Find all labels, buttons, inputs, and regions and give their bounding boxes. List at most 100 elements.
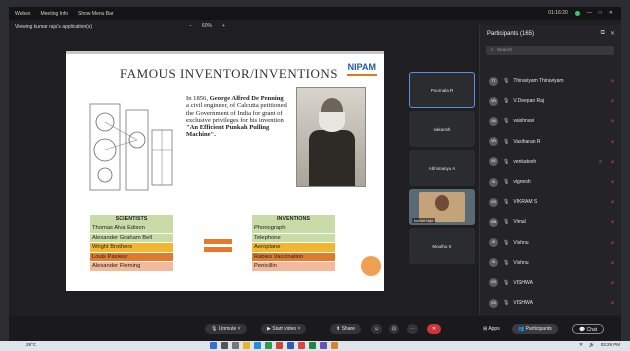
participants-title: Participants (165) <box>487 31 535 37</box>
muted-mic-icon: ⌀ <box>610 179 614 186</box>
participant-row[interactable]: VR 🎙 Vasiharan R ⌀ <box>484 132 620 152</box>
mic-icon: 🎙 <box>503 179 510 186</box>
share-label: Share <box>341 326 355 332</box>
participant-row[interactable]: VM 🎙 Vimal ⌀ <box>484 212 620 232</box>
webex-window: Webex Meeting Info Show Menu Bar 01:16:2… <box>9 7 621 341</box>
share-button[interactable]: ⬆ Share <box>330 324 361 334</box>
participant-row[interactable]: VI 🎙 vignesh ⌀ <box>484 172 620 192</box>
captions-icon[interactable]: ⊡ <box>389 324 400 334</box>
unmute-button[interactable]: 🎙 Unmute ˅ <box>205 324 247 334</box>
search-taskbar-icon[interactable] <box>221 342 228 349</box>
participant-tile[interactable]: Mouthu K <box>409 228 475 264</box>
scientist-row: Wright Brothers <box>90 243 173 253</box>
chat-button[interactable]: 💬 Chat <box>572 324 605 334</box>
webex-taskbar-icon[interactable] <box>309 342 316 349</box>
word-icon[interactable] <box>287 342 294 349</box>
participant-name: V.Deepan Raj <box>513 98 545 105</box>
avatar: VA <box>489 116 498 126</box>
zoom-level[interactable]: 60% <box>202 23 212 29</box>
inventions-table: INVENTIONS Phonograph Telephone Aeroplane R… <box>252 215 335 272</box>
scientist-row: Alexander Fleming <box>90 262 173 272</box>
mic-icon: 🎙 <box>503 199 510 206</box>
equals-bar-bottom <box>204 247 232 252</box>
participant-name: Thiraviyam Thiraviyam <box>513 78 564 85</box>
zoom-in-icon[interactable]: + <box>222 23 225 29</box>
unmute-label: Unmute <box>218 326 237 332</box>
nipam-logo: NIPAM <box>347 62 376 72</box>
mic-icon: 🎙 <box>503 219 510 226</box>
avatar: VE <box>489 157 498 167</box>
participant-row[interactable]: VI 🎙 Vishnu ⌀ <box>484 233 620 253</box>
chat-bubble-icon[interactable]: ○ <box>599 159 602 165</box>
participant-list: TT 🎙 Thiraviyam Thiraviyam ⌀ VR 🎙 V.Deepan Raj… <box>484 71 620 313</box>
muted-mic-icon: ⌀ <box>610 78 614 85</box>
participant-row[interactable]: VA 🎙 vaishnavi ⌀ <box>484 111 620 131</box>
app-icon[interactable] <box>331 342 338 349</box>
participant-row[interactable]: VS 🎙 VISHWA ⌀ <box>484 293 620 313</box>
start-video-button[interactable]: ▶ Start video ˅ <box>261 324 307 334</box>
system-tray: ᯤ 🔊 03:28 PM <box>579 342 620 348</box>
meeting-controls: 🎙 Unmute ˅ ▶ Start video ˅ ⬆ Share ☺ ⊡ ⋯… <box>9 316 621 341</box>
start-icon[interactable] <box>210 342 217 349</box>
participant-tile[interactable]: Poornala R <box>409 72 475 108</box>
close-icon[interactable]: ✕ <box>609 10 613 16</box>
wifi-icon[interactable]: ᯤ <box>579 342 583 348</box>
slide-decoration <box>361 256 381 276</box>
participant-row[interactable]: VI 🎙 Vishnu ⌀ <box>484 253 620 273</box>
mic-icon: 🎙 <box>503 239 510 246</box>
participant-name: venkatesh <box>513 158 537 165</box>
leave-meeting-button[interactable]: ✕ <box>427 324 441 334</box>
task-view-icon[interactable] <box>232 342 239 349</box>
participants-button[interactable]: 👥 Participants <box>512 324 558 334</box>
reactions-icon[interactable]: ☺ <box>371 324 383 334</box>
menu-meeting-info[interactable]: Meeting Info <box>40 11 68 17</box>
participant-search-input[interactable]: ⌕ Search <box>486 46 614 55</box>
clock[interactable]: 03:28 PM <box>601 342 620 348</box>
participant-row[interactable]: VS 🎙 VIKRAM S ⌀ <box>484 192 620 212</box>
participant-row[interactable]: VR 🎙 V.Deepan Raj ⌀ <box>484 91 620 111</box>
chrome-icon[interactable] <box>298 342 305 349</box>
participant-row[interactable]: VE 🎙 venkatesh ○ ⌀ <box>484 152 620 172</box>
panel-close-icon[interactable]: ✕ <box>610 30 615 37</box>
scientist-row: Louis Pasteur <box>90 252 173 263</box>
participants-label: Participants <box>525 326 552 332</box>
slide-paragraph: In 1856, George Alfred De Penning a civi… <box>186 95 288 139</box>
participant-tile[interactable]: sakarish <box>409 111 475 147</box>
participant-tile[interactable]: kumar raju <box>409 189 475 225</box>
menu-show-menu-bar[interactable]: Show Menu Bar <box>78 11 114 17</box>
powerpoint-icon[interactable] <box>276 342 283 349</box>
zoom-out-icon[interactable]: − <box>189 23 192 29</box>
volume-icon[interactable]: 🔊 <box>589 342 595 348</box>
invention-row: Rabies Vaccination <box>252 252 335 263</box>
mic-icon: 🎙 <box>503 259 510 266</box>
participant-row[interactable]: TT 🎙 Thiraviyam Thiraviyam ⌀ <box>484 71 620 91</box>
maximize-icon[interactable]: □ <box>599 10 602 16</box>
apps-button[interactable]: ⊞ Apps <box>477 324 506 334</box>
invention-row: Phonograph <box>252 224 335 234</box>
weather-widget[interactable]: 29°C <box>26 342 36 347</box>
meeting-timer: 01:16:20 <box>548 10 568 16</box>
search-icon: ⌕ <box>491 47 494 53</box>
avatar: VS <box>489 278 498 288</box>
file-explorer-icon[interactable] <box>243 342 250 349</box>
inventions-header: INVENTIONS <box>252 215 335 224</box>
teams-icon[interactable] <box>320 342 327 349</box>
scientists-table: SCIENTISTS Thomas Alva Edison Alexander G… <box>90 215 173 272</box>
para-invention: "An Efficient Punkah Pulling Machine". <box>186 124 270 139</box>
mic-icon: 🎙 <box>503 98 510 105</box>
mic-icon: 🎙 <box>503 118 510 125</box>
edge-icon[interactable] <box>254 342 261 349</box>
more-options-icon[interactable]: ⋯ <box>407 324 418 334</box>
minimize-icon[interactable]: — <box>587 10 592 16</box>
tile-name: Abhimanyu A <box>428 165 456 171</box>
taskbar-apps <box>210 342 338 349</box>
search-placeholder: Search <box>496 48 513 53</box>
menu-webex[interactable]: Webex <box>15 11 30 17</box>
participant-name: Vishnu <box>513 259 529 266</box>
excel-icon[interactable] <box>265 342 272 349</box>
participant-tile[interactable]: Abhimanyu A <box>409 150 475 186</box>
popout-icon[interactable]: ⧉ <box>601 30 605 37</box>
top-bar: Webex Meeting Info Show Menu Bar 01:16:2… <box>9 7 621 20</box>
participant-row[interactable]: VS 🎙 VISHWA ⌀ <box>484 273 620 293</box>
avatar: VM <box>489 217 498 227</box>
